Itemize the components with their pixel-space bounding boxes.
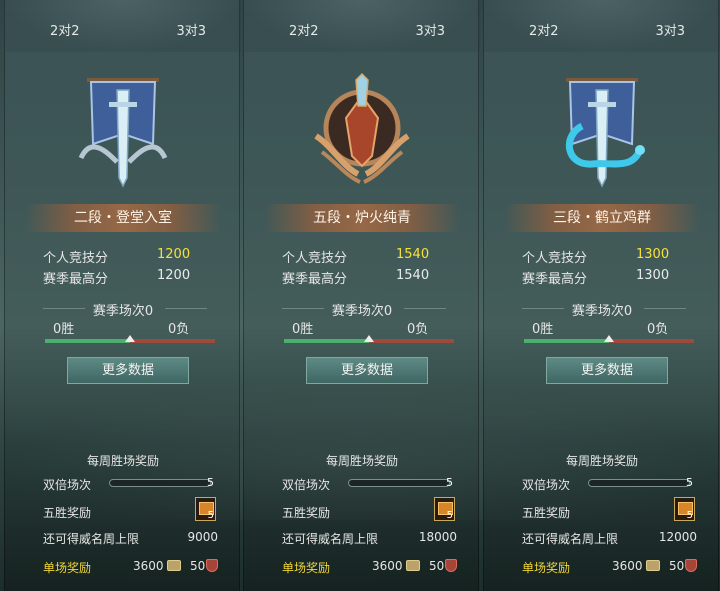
five-win-reward-label: 五胜奖励 <box>282 506 331 520</box>
wins-count: 0胜 <box>53 322 75 337</box>
chest-count: 5 <box>446 510 453 521</box>
chest-icon[interactable]: 5 <box>674 497 695 521</box>
double-matches-count: 5 <box>207 476 214 489</box>
double-matches-label: 双倍场次 <box>282 478 331 492</box>
coin-icon <box>646 560 660 571</box>
wins-count: 0胜 <box>292 322 314 337</box>
bronze-wing-emblem-icon <box>314 72 410 184</box>
tab-3v3[interactable]: 3对3 <box>655 20 685 39</box>
renown-limit-label: 还可得威名周上限 <box>522 532 619 546</box>
double-matches-progress <box>588 479 690 487</box>
losses-count: 0负 <box>647 322 669 337</box>
personal-score-value: 1300 <box>636 247 670 262</box>
double-matches-progress <box>348 479 450 487</box>
tab-2v2[interactable]: 2对2 <box>50 20 80 39</box>
season-high-value: 1200 <box>157 268 191 283</box>
more-data-button[interactable]: 更多数据 <box>67 357 189 384</box>
tab-3v3[interactable]: 3对3 <box>415 20 445 39</box>
double-matches-progress <box>109 479 211 487</box>
more-data-button[interactable]: 更多数据 <box>546 357 668 384</box>
ratio-marker <box>604 335 614 342</box>
mode-panel-1: 2对2 3对3 二段・登堂入室 个人竞技分 1200 赛季最高分 1200 赛季… <box>4 0 241 591</box>
season-high-label: 赛季最高分 <box>282 272 348 287</box>
personal-score-label: 个人竞技分 <box>522 251 588 266</box>
chest-icon[interactable]: 5 <box>195 497 216 521</box>
double-matches-count: 5 <box>686 476 693 489</box>
weekly-reward-title: 每周胜场奖励 <box>86 454 159 468</box>
personal-score-value: 1200 <box>157 247 191 262</box>
coin-reward-value: 3600 <box>133 559 164 573</box>
personal-score-value: 1540 <box>396 247 430 262</box>
mode-tabbar: 2对2 3对3 <box>484 0 720 52</box>
coin-reward-value: 3600 <box>612 559 643 573</box>
renown-limit-label: 还可得威名周上限 <box>43 532 140 546</box>
mode-panel-2: 2对2 3对3 五段・炉火纯青 个人竞技分 1540 赛季最高分 1540 赛季… <box>243 0 480 591</box>
weekly-reward-title: 每周胜场奖励 <box>325 454 398 468</box>
mode-panel-3: 2对2 3对3 三段・鹤立鸡群 个人竞技分 1300 赛季最高分 1300 赛季… <box>483 0 720 591</box>
coin-icon <box>167 560 181 571</box>
ratio-marker <box>364 335 374 342</box>
double-matches-label: 双倍场次 <box>43 478 92 492</box>
chest-count: 5 <box>207 510 214 521</box>
season-high-label: 赛季最高分 <box>522 272 588 287</box>
renown-limit-value: 18000 <box>418 530 457 544</box>
renown-limit-value: 12000 <box>658 530 697 544</box>
season-high-label: 赛季最高分 <box>43 272 109 287</box>
mode-tabbar: 2对2 3对3 <box>244 0 480 52</box>
rank-title: 五段・炉火纯青 <box>264 204 460 232</box>
losses-count: 0负 <box>168 322 190 337</box>
badge-icon <box>445 559 457 572</box>
badge-reward-value: 50 <box>429 559 445 573</box>
rank-title: 二段・登堂入室 <box>25 204 221 232</box>
wins-count: 0胜 <box>532 322 554 337</box>
win-loss-bar <box>284 335 454 343</box>
badge-reward-value: 50 <box>669 559 685 573</box>
badge-icon <box>206 559 218 572</box>
chest-icon[interactable]: 5 <box>434 497 455 521</box>
dragon-sword-emblem-icon <box>565 78 645 188</box>
single-reward-label: 单场奖励 <box>282 561 331 575</box>
five-win-reward-label: 五胜奖励 <box>522 506 571 520</box>
renown-limit-label: 还可得威名周上限 <box>282 532 379 546</box>
tab-2v2[interactable]: 2对2 <box>529 20 559 39</box>
banner-sword-emblem-icon <box>78 78 168 188</box>
win-loss-bar <box>45 335 215 343</box>
season-matches: 赛季场次0 <box>571 304 633 319</box>
weekly-reward-title: 每周胜场奖励 <box>565 454 638 468</box>
tab-3v3[interactable]: 3对3 <box>176 20 206 39</box>
double-matches-label: 双倍场次 <box>522 478 571 492</box>
badge-icon <box>685 559 697 572</box>
season-matches: 赛季场次0 <box>331 304 393 319</box>
losses-count: 0负 <box>407 322 429 337</box>
rank-title: 三段・鹤立鸡群 <box>504 204 700 232</box>
tab-2v2[interactable]: 2对2 <box>289 20 319 39</box>
ratio-marker <box>125 335 135 342</box>
personal-score-label: 个人竞技分 <box>282 251 348 266</box>
more-data-button[interactable]: 更多数据 <box>306 357 428 384</box>
renown-limit-value: 9000 <box>187 530 218 544</box>
double-matches-count: 5 <box>446 476 453 489</box>
season-high-value: 1540 <box>396 268 430 283</box>
coin-reward-value: 3600 <box>372 559 403 573</box>
season-high-value: 1300 <box>636 268 670 283</box>
chest-count: 5 <box>686 510 693 521</box>
coin-icon <box>406 560 420 571</box>
single-reward-label: 单场奖励 <box>43 561 92 575</box>
win-loss-bar <box>524 335 694 343</box>
season-matches: 赛季场次0 <box>92 304 154 319</box>
mode-tabbar: 2对2 3对3 <box>5 0 241 52</box>
five-win-reward-label: 五胜奖励 <box>43 506 92 520</box>
badge-reward-value: 50 <box>190 559 206 573</box>
single-reward-label: 单场奖励 <box>522 561 571 575</box>
personal-score-label: 个人竞技分 <box>43 251 109 266</box>
